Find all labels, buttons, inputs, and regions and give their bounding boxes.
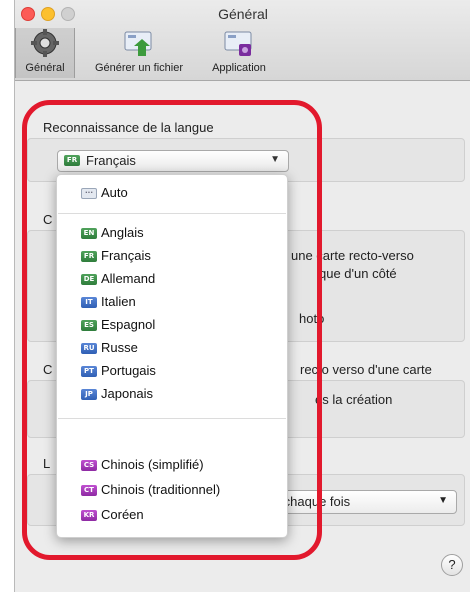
tab-application[interactable]: Application bbox=[203, 28, 275, 78]
app-card-icon bbox=[224, 31, 252, 56]
title-bar: Général Général Générer un fichier Appli… bbox=[15, 0, 470, 81]
export-card-icon bbox=[124, 31, 152, 56]
option-text-2: que d'un côté bbox=[319, 266, 397, 281]
tab-generate-file-label: Générer un fichier bbox=[94, 62, 184, 74]
window-title: Général bbox=[218, 6, 268, 22]
tab-application-label: Application bbox=[212, 62, 266, 74]
tab-general[interactable]: Général bbox=[15, 28, 75, 78]
gear-icon bbox=[31, 29, 59, 57]
highlight-annotation bbox=[22, 100, 322, 560]
option-text-5: ès la création bbox=[315, 392, 393, 407]
tab-general-label: Général bbox=[25, 62, 65, 74]
tab-generate-file[interactable]: Générer un fichier bbox=[77, 28, 201, 78]
chevron-down-icon: ▼ bbox=[438, 495, 448, 506]
help-button[interactable]: ? bbox=[441, 554, 463, 576]
